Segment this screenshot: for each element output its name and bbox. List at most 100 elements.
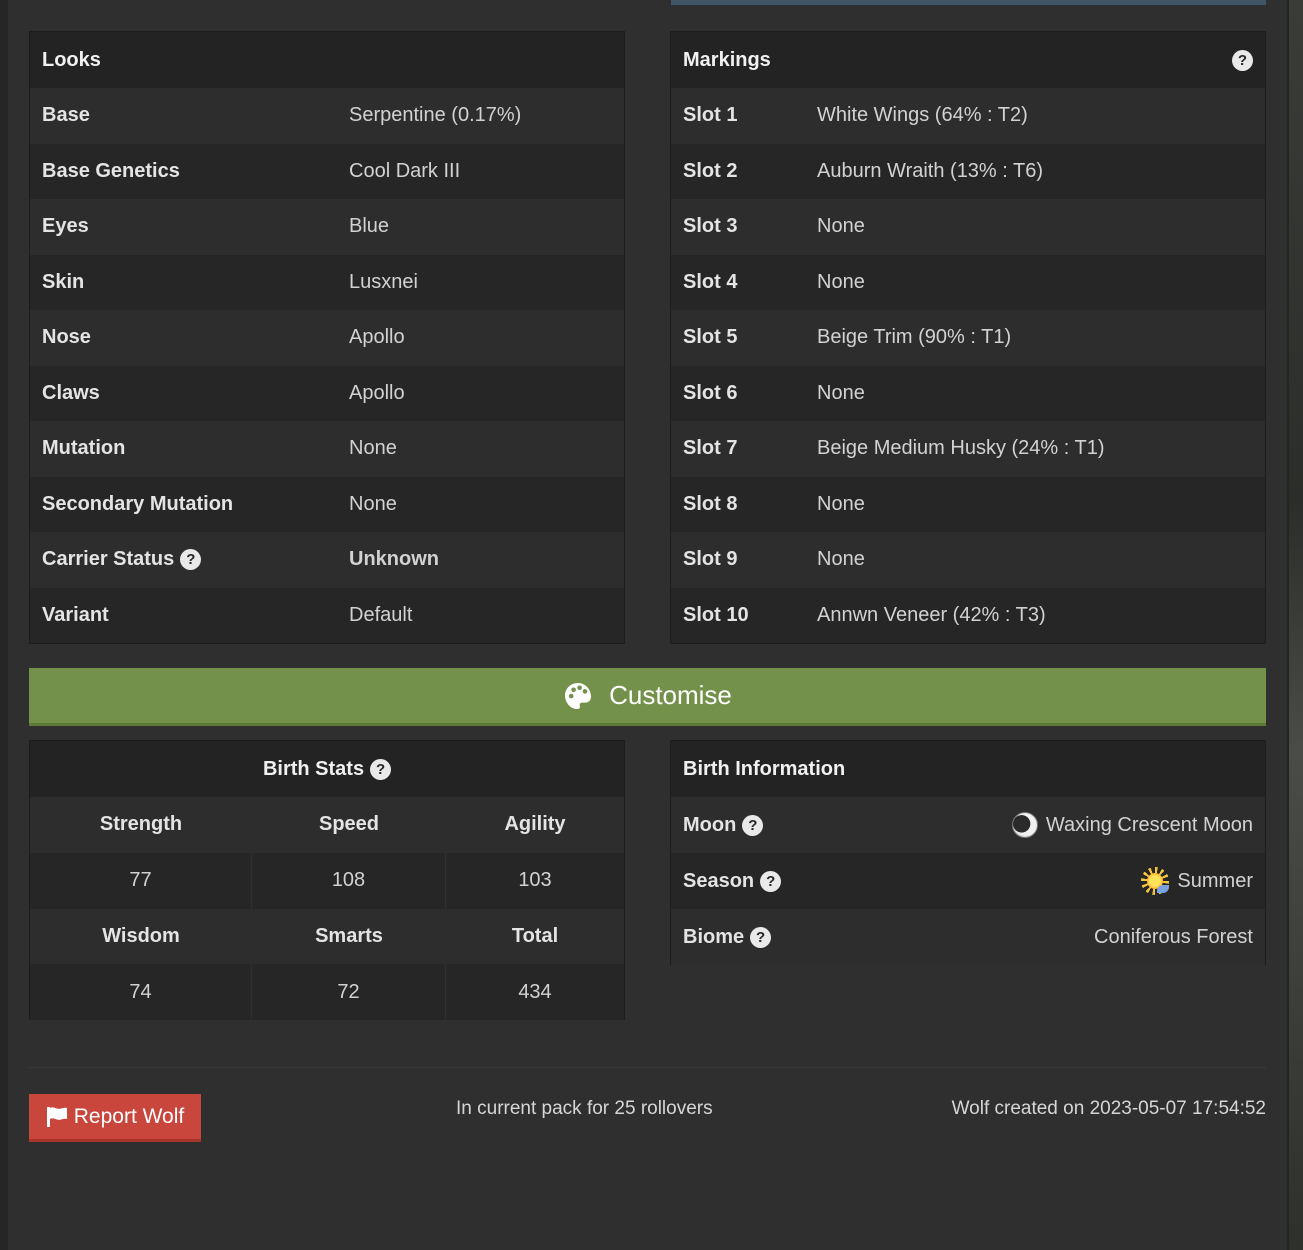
stats-value-row: 77 108 103: [30, 852, 624, 909]
slot-label: Slot 9: [683, 548, 738, 571]
looks-row-variant: Variant Default: [30, 587, 624, 643]
markings-row-slot-2: Slot 2 Auburn Wraith (13% : T6): [671, 143, 1265, 199]
flag-icon: [46, 1106, 67, 1127]
stats-header-row: Strength Speed Agility: [30, 797, 624, 853]
birth-stats-title: Birth Stats: [262, 757, 365, 780]
looks-row-nose: Nose Apollo: [30, 310, 624, 366]
looks-row-base-genetics: Base Genetics Cool Dark III: [30, 143, 624, 199]
stat-header: Speed: [318, 813, 380, 836]
looks-label: Base Genetics: [42, 159, 180, 182]
markings-header: Markings ?: [671, 32, 1265, 88]
looks-row-skin: Skin Lusxnei: [30, 254, 624, 310]
slot-label: Slot 6: [683, 381, 738, 404]
customise-label: Customise: [609, 680, 732, 710]
top-strip: [671, 0, 1266, 5]
page-edge-right: [1289, 0, 1303, 1250]
stat-value: 72: [252, 964, 446, 1020]
looks-value: Apollo: [349, 326, 405, 349]
looks-value: Blue: [349, 215, 390, 238]
stat-value: 434: [518, 980, 552, 1003]
looks-label: Secondary Mutation: [42, 492, 234, 515]
help-icon[interactable]: ?: [742, 814, 764, 836]
season-value: Summer: [1177, 869, 1253, 892]
slot-label: Slot 10: [683, 603, 749, 626]
moon-value-group: Waxing Crescent Moon: [1011, 812, 1253, 838]
looks-label: Base: [42, 104, 90, 127]
birth-stats-panel: Birth Stats ? Strength Speed Agility 77 …: [29, 740, 625, 1020]
slot-label: Slot 8: [683, 492, 738, 515]
stats-value-row: 74 72 434: [30, 964, 624, 1020]
footer-divider: [29, 1067, 1266, 1068]
carrier-status-link[interactable]: Unknown: [349, 548, 439, 571]
markings-row-slot-9: Slot 9 None: [671, 532, 1265, 588]
looks-value: Cool Dark III: [349, 159, 461, 182]
carrier-status-label: Carrier Status: [42, 548, 175, 571]
slot-value: None: [817, 270, 865, 293]
slot-label: Slot 2: [683, 159, 738, 182]
slot-value: None: [817, 381, 865, 404]
slot-value: None: [817, 215, 865, 238]
looks-value: Serpentine (0.17%): [349, 104, 522, 127]
birth-info-row-biome: Biome ? Coniferous Forest: [671, 909, 1265, 965]
help-icon[interactable]: ?: [1232, 49, 1253, 71]
markings-row-slot-3: Slot 3 None: [671, 199, 1265, 255]
season-label-group: Season ?: [683, 869, 782, 893]
slot-label: Slot 4: [683, 270, 738, 293]
birth-info-row-moon: Moon ? Waxing Crescent Moon: [671, 797, 1265, 853]
markings-row-slot-7: Slot 7 Beige Medium Husky (24% : T1): [671, 421, 1265, 477]
sun-icon: [1141, 867, 1170, 895]
stat-value: 77: [30, 852, 252, 909]
markings-panel: Markings ? Slot 1 White Wings (64% : T2)…: [670, 31, 1266, 644]
stat-value: 103: [518, 869, 552, 892]
stat-header: Agility: [504, 813, 566, 836]
birth-info-row-season: Season ? Summer: [671, 853, 1265, 909]
slot-label: Slot 1: [683, 104, 738, 127]
looks-label: Skin: [42, 270, 85, 293]
looks-label: Variant: [42, 603, 109, 626]
help-icon[interactable]: ?: [750, 926, 772, 948]
stat-value: 108: [252, 852, 446, 909]
looks-row-secondary-mutation: Secondary Mutation None: [30, 476, 624, 532]
markings-row-slot-5: Slot 5 Beige Trim (90% : T1): [671, 310, 1265, 366]
customise-button[interactable]: Customise: [29, 668, 1266, 726]
moon-label-group: Moon ?: [683, 813, 764, 837]
slot-value: Beige Medium Husky (24% : T1): [817, 437, 1105, 460]
help-icon[interactable]: ?: [760, 870, 782, 892]
slot-label: Slot 7: [683, 437, 738, 460]
looks-value: Lusxnei: [349, 270, 418, 293]
looks-row-mutation: Mutation None: [30, 421, 624, 477]
looks-row-base: Base Serpentine (0.17%): [30, 88, 624, 144]
looks-label: Claws: [42, 381, 100, 404]
looks-label: Mutation: [42, 437, 126, 460]
report-wolf-label: Report Wolf: [73, 1104, 185, 1128]
biome-label-group: Biome ?: [683, 926, 772, 949]
birth-info-title: Birth Information: [671, 741, 1265, 797]
markings-row-slot-10: Slot 10 Annwn Veneer (42% : T3): [671, 587, 1265, 643]
help-icon[interactable]: ?: [370, 758, 392, 780]
slot-value: None: [817, 492, 865, 515]
season-label: Season: [683, 869, 755, 892]
looks-row-carrier-status: Carrier Status ? Unknown: [30, 532, 624, 588]
help-icon[interactable]: ?: [180, 549, 202, 571]
stat-header: Total: [511, 924, 559, 947]
birth-stats-header: Birth Stats ?: [30, 741, 624, 797]
stat-header: Strength: [99, 813, 183, 836]
report-wolf-button[interactable]: Report Wolf: [29, 1094, 201, 1142]
looks-title: Looks: [30, 32, 624, 88]
looks-value: Default: [349, 603, 413, 626]
looks-label: Eyes: [42, 215, 89, 238]
markings-title: Markings: [683, 48, 771, 71]
slot-label: Slot 5: [683, 326, 738, 349]
moon-label: Moon: [683, 813, 737, 836]
stats-header-row: Wisdom Smarts Total: [30, 908, 624, 965]
looks-row-claws: Claws Apollo: [30, 365, 624, 421]
moon-value: Waxing Crescent Moon: [1045, 813, 1253, 836]
slot-value: Annwn Veneer (42% : T3): [817, 603, 1046, 626]
slot-value: None: [817, 548, 865, 571]
looks-panel: Looks Base Serpentine (0.17%) Base Genet…: [29, 31, 625, 644]
moon-icon: [1011, 812, 1038, 838]
markings-row-slot-4: Slot 4 None: [671, 254, 1265, 310]
looks-label: Nose: [42, 326, 91, 349]
page-edge-left: [0, 0, 8, 1250]
biome-value: Coniferous Forest: [1094, 925, 1253, 948]
